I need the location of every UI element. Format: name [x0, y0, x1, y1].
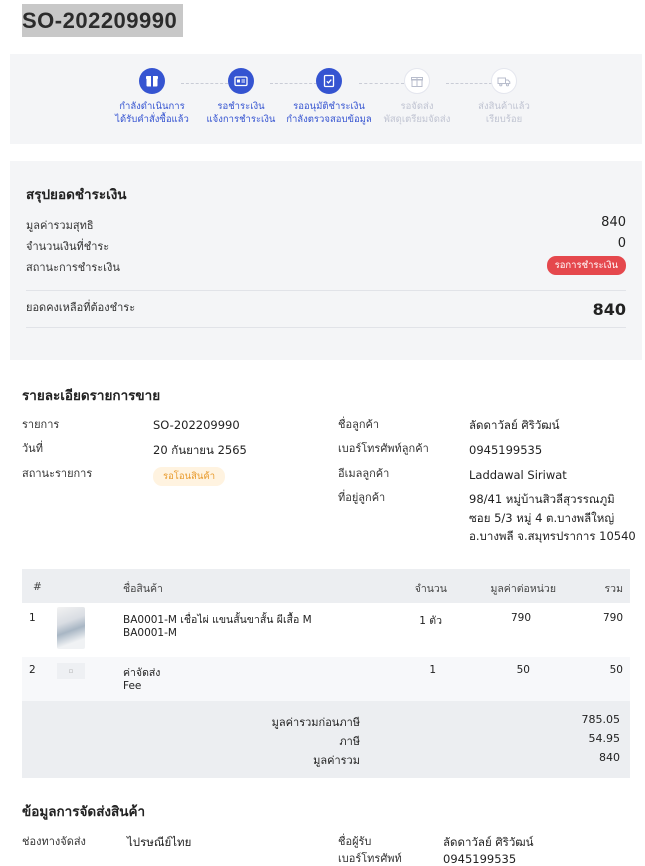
item-value: SO-202209990	[153, 418, 240, 432]
customer-email-label: อีเมลลูกค้า	[338, 467, 390, 480]
net-value: 840	[601, 215, 626, 230]
order-status-badge: รอโอนสินค้า	[153, 467, 226, 486]
summary-status-row: สถานะการชำระเงิน รอการชำระเงิน	[26, 256, 626, 275]
step-label: รอชำระเงิน	[217, 101, 265, 112]
date-value: 20 กันยายน 2565	[153, 443, 247, 457]
paid-value: 0	[617, 236, 626, 251]
balance-label: ยอดคงเหลือที่ต้องชำระ	[26, 301, 136, 314]
subtotal-label: มูลค่ารวมก่อนภาษี	[271, 716, 360, 729]
order-status-label: สถานะรายการ	[22, 467, 93, 480]
address-line-2: ซอย 5/3 หมู่ 4 ต.บางพลีใหญ่	[469, 511, 615, 525]
row-qty: 1 ตัว	[419, 615, 442, 627]
grand-total-label: มูลค่ารวม	[313, 754, 360, 767]
balance-value: 840	[592, 300, 626, 319]
customer-email-value: Laddawal Siriwat	[469, 468, 567, 482]
customer-phone-label: เบอร์โทรศัพท์ลูกค้า	[338, 442, 429, 455]
product-name: BA0001-M เชื่อไผ่ แขนสั้นขาสั้น ผีเสื้อ …	[123, 614, 312, 626]
shipping-channel-value: ไปรษณีย์ไทย	[127, 835, 192, 849]
id-card-icon	[228, 68, 254, 94]
summary-net-row: มูลค่ารวมสุทธิ 840	[26, 214, 626, 232]
paid-label: จำนวนเงินที่ชำระ	[26, 240, 110, 253]
step-sublabel: เรียบร้อย	[485, 114, 523, 125]
step-label: รออนุมัติชำระเงิน	[293, 101, 365, 112]
col-qty: จำนวน	[414, 583, 447, 595]
shipping-channel-label: ช่องทางจัดส่ง	[22, 835, 86, 848]
order-id-title: SO-202209990	[22, 4, 184, 37]
product-code: BA0001-M	[123, 627, 177, 639]
image-placeholder-icon: ▫	[57, 663, 85, 679]
step-awaiting-payment: รอชำระเงิน แจ้งการชำระเงิน	[191, 68, 291, 126]
summary-paid-row: จำนวนเงินที่ชำระ 0	[26, 235, 626, 253]
col-unit-price: มูลค่าต่อหน่วย	[490, 583, 556, 595]
recipient-value: ลัดดาวัลย์ ศิริวัฒน์	[443, 835, 534, 849]
recipient-phone-label: เบอร์โทรศัพท์	[338, 852, 402, 865]
check-doc-icon	[316, 68, 342, 94]
details-title: รายละเอียดรายการขาย	[22, 388, 161, 404]
row-total: 790	[602, 612, 623, 624]
net-label: มูลค่ารวมสุทธิ	[26, 219, 94, 232]
col-no: #	[33, 581, 42, 593]
totals-block: มูลค่ารวมก่อนภาษี 785.05 ภาษี 54.95 มูลค…	[22, 701, 630, 778]
product-thumbnail[interactable]	[57, 607, 85, 649]
box-icon	[139, 68, 165, 94]
row-unit-price: 50	[516, 664, 530, 676]
items-table-header: # ชื่อสินค้า จำนวน มูลค่าต่อหน่วย รวม	[22, 569, 630, 603]
step-label: รอจัดส่ง	[400, 101, 434, 112]
step-sublabel: พัสดุเตรียมจัดส่ง	[383, 114, 451, 125]
product-code: Fee	[123, 680, 142, 692]
step-sublabel: กำลังตรวจสอบข้อมูล	[286, 114, 372, 125]
row-unit-price: 790	[510, 612, 531, 624]
item-label: รายการ	[22, 418, 60, 431]
date-label: วันที่	[22, 442, 43, 455]
row-qty: 1	[429, 664, 436, 676]
step-sublabel: ได้รับคำสั่งซื้อแล้ว	[115, 114, 189, 125]
truck-icon	[491, 68, 517, 94]
step-sublabel: แจ้งการชำระเงิน	[206, 114, 276, 125]
customer-address-label: ที่อยู่ลูกค้า	[338, 491, 386, 504]
product-name: ค่าจัดส่ง	[123, 667, 161, 679]
step-label: ส่งสินค้าแล้ว	[478, 101, 530, 112]
subtotal-value: 785.05	[581, 713, 621, 726]
order-progress-steps: กำลังดำเนินการ ได้รับคำสั่งซื้อแล้ว รอชำ…	[10, 54, 642, 144]
tax-label: ภาษี	[339, 735, 360, 748]
row-no: 2	[29, 664, 36, 676]
row-total: 50	[609, 664, 623, 676]
step-shipped: ส่งสินค้าแล้ว เรียบร้อย	[454, 68, 554, 126]
customer-label: ชื่อลูกค้า	[338, 418, 380, 431]
col-total: รวม	[604, 583, 623, 595]
customer-value: ลัดดาวัลย์ ศิริวัฒน์	[469, 418, 560, 432]
address-line-3: อ.บางพลี จ.สมุทรปราการ 10540	[469, 529, 636, 543]
step-processing: กำลังดำเนินการ ได้รับคำสั่งซื้อแล้ว	[102, 68, 202, 126]
address-line-1: 98/41 หมู่บ้านสิวลีสุวรรณภูมิ	[469, 492, 615, 506]
customer-phone-value: 0945199535	[469, 443, 543, 457]
payment-status-badge: รอการชำระเงิน	[546, 256, 626, 275]
table-row: 1 BA0001-M เชื่อไผ่ แขนสั้นขาสั้น ผีเสื้…	[22, 603, 630, 657]
recipient-label: ชื่อผู้รับ	[338, 835, 372, 848]
col-product: ชื่อสินค้า	[123, 583, 163, 595]
step-awaiting-shipping: รอจัดส่ง พัสดุเตรียมจัดส่ง	[367, 68, 467, 126]
divider	[26, 327, 626, 328]
row-no: 1	[29, 612, 36, 624]
step-awaiting-approval: รออนุมัติชำระเงิน กำลังตรวจสอบข้อมูล	[279, 68, 379, 126]
shipping-title: ข้อมูลการจัดส่งสินค้า	[22, 804, 146, 820]
payment-status-label: สถานะการชำระเงิน	[26, 261, 120, 274]
divider	[26, 290, 626, 291]
table-row: 2 ▫ ค่าจัดส่ง Fee 1 50 50	[22, 657, 630, 701]
recipient-phone-value: 0945199535	[443, 852, 517, 866]
summary-title: สรุปยอดชำระเงิน	[26, 187, 127, 203]
tax-value: 54.95	[588, 732, 621, 745]
gift-box-icon	[404, 68, 430, 94]
payment-summary-card: สรุปยอดชำระเงิน มูลค่ารวมสุทธิ 840 จำนวน…	[10, 161, 642, 360]
grand-total-value: 840	[599, 751, 620, 764]
step-label: กำลังดำเนินการ	[119, 101, 185, 112]
